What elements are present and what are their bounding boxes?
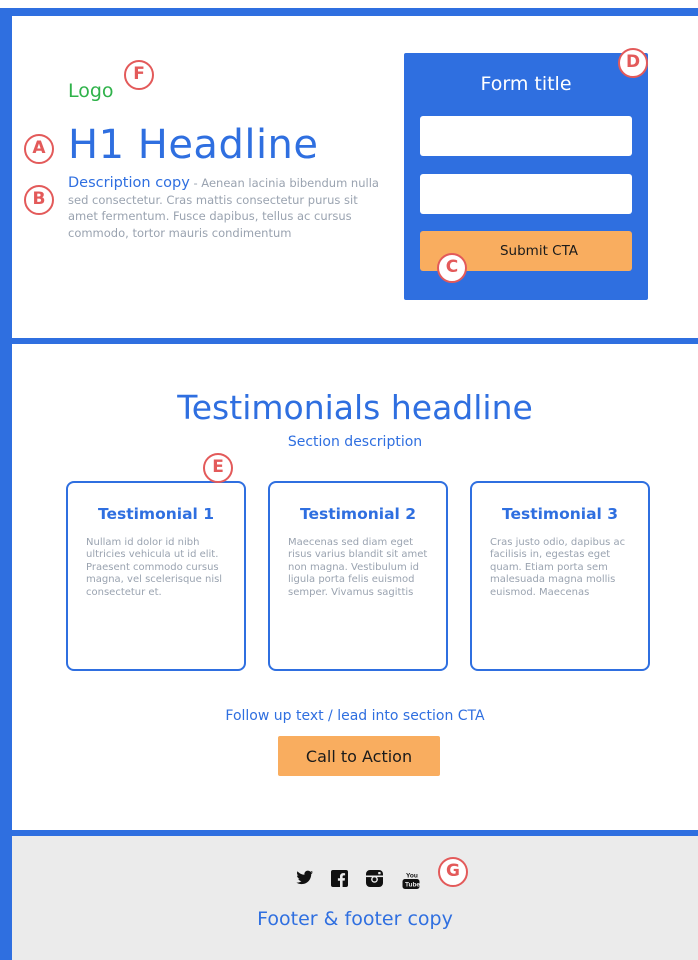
call-to-action-button[interactable]: Call to Action <box>278 736 440 776</box>
followup-text: Follow up text / lead into section CTA <box>225 708 485 724</box>
facebook-icon-glyph <box>331 870 348 887</box>
annotation-marker-d: D <box>618 48 648 78</box>
footer-copy: Footer & footer copy <box>257 908 453 930</box>
annotation-marker-c: C <box>437 253 467 283</box>
testimonial-title: Testimonial 1 <box>97 505 215 523</box>
youtube-icon[interactable]: You Tube <box>401 870 421 890</box>
form-field-1[interactable] <box>420 116 632 156</box>
annotation-marker-b: B <box>24 185 54 215</box>
description-copy: Description copy - Aenean lacinia bibend… <box>68 175 388 241</box>
facebook-icon[interactable] <box>331 870 348 890</box>
frame-left-border <box>0 8 12 960</box>
youtube-icon-tube: Tube <box>405 882 420 889</box>
annotation-marker-f: F <box>124 60 154 90</box>
section-description: Section description <box>287 434 423 450</box>
testimonials-headline: Testimonials headline <box>177 388 533 427</box>
youtube-icon-glyph: You Tube <box>402 873 420 889</box>
testimonial-title: Testimonial 3 <box>501 505 619 523</box>
frame-top-border <box>0 8 698 16</box>
testimonial-title: Testimonial 2 <box>299 505 417 523</box>
form-field-2[interactable] <box>420 174 632 214</box>
annotation-marker-a: A <box>24 134 54 164</box>
testimonial-card-3: Testimonial 3 Cras justo odio, dapibus a… <box>470 481 650 671</box>
description-title: Description copy <box>68 175 190 191</box>
twitter-icon[interactable] <box>296 870 314 890</box>
annotation-marker-g: G <box>438 857 468 887</box>
testimonial-body: Nullam id dolor id nibh ultricies vehicu… <box>86 537 223 598</box>
testimonial-body: Cras justo odio, dapibus ac facilisis in… <box>490 537 626 598</box>
section-divider-1 <box>0 337 698 344</box>
footer-section <box>12 836 698 960</box>
logo: Logo <box>68 80 114 102</box>
section-divider-2 <box>0 829 698 836</box>
testimonial-body: Maecenas sed diam eget risus varius blan… <box>288 537 428 598</box>
instagram-icon-glyph <box>366 870 383 887</box>
youtube-icon-you: You <box>406 873 418 880</box>
testimonial-card-1: Testimonial 1 Nullam id dolor id nibh ul… <box>66 481 246 671</box>
h1-headline: H1 Headline <box>68 122 319 168</box>
instagram-icon[interactable] <box>366 870 383 890</box>
testimonial-card-2: Testimonial 2 Maecenas sed diam eget ris… <box>268 481 448 671</box>
form-title: Form title <box>480 73 572 95</box>
annotation-marker-e: E <box>203 453 233 483</box>
twitter-icon-glyph <box>296 870 313 885</box>
